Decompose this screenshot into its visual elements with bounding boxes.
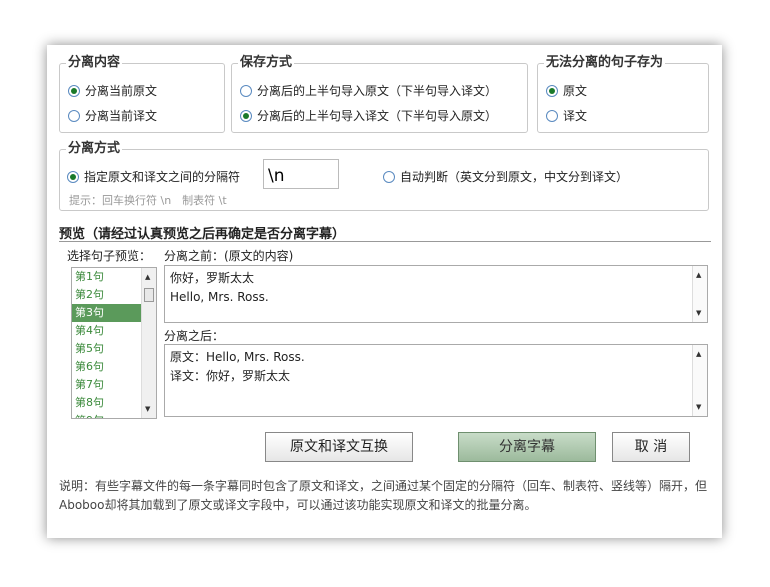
sentence-list[interactable]: 第1句第2句第3句第4句第5句第6句第7句第8句第9句 ▲ ▼ [71,267,157,419]
radio-unchecked-icon [240,85,252,97]
sentence-list-item[interactable]: 第6句 [72,358,141,376]
scroll-thumb[interactable] [144,288,154,302]
radio-checked-icon [67,171,79,183]
separator-mode-label: 指定原文和译文之间的分隔符 [84,170,241,184]
after-split-text[interactable]: 原文：Hello, Mrs. Ross. 译文：你好，罗斯太太 ▲ ▼ [164,344,708,417]
save-upper-to-source-label: 分离后的上半句导入原文（下半句导入译文） [257,84,498,98]
scroll-up-icon[interactable]: ▲ [696,271,701,279]
sentence-list-item[interactable]: 第3句 [72,304,141,322]
split-subtitle-button[interactable]: 分离字幕 [458,432,596,462]
description-note: 说明：有些字幕文件的每一条字幕同时包含了原文和译文，之间通过某个固定的分隔符（回… [59,479,708,512]
split-content-title: 分离内容 [66,55,123,71]
preview-title: 预览（请经过认真预览之后再确定是否分离字幕） [59,227,346,242]
scroll-up-icon[interactable]: ▲ [145,273,150,281]
preview-divider [59,241,711,242]
sentence-list-item[interactable]: 第1句 [72,268,141,286]
before-line-1: 你好，罗斯太太 [170,271,255,285]
separator-input[interactable] [263,159,339,189]
unsplittable-title: 无法分离的句子存为 [544,55,666,71]
split-current-target-radio[interactable]: 分离当前译文 [68,109,157,123]
sentence-list-item[interactable]: 第9句 [72,412,141,418]
separator-hint: 提示：回车换行符 \n 制表符 \t [69,194,227,207]
unsplittable-source-label: 原文 [563,84,588,98]
before-text-scrollbar[interactable]: ▲ ▼ [692,266,707,322]
select-sentence-label: 选择句子预览： [67,249,152,263]
save-mode-title: 保存方式 [238,55,295,71]
split-current-source-radio[interactable]: 分离当前原文 [68,84,157,98]
auto-detect-radio[interactable]: 自动判断（英文分到原文，中文分到译文） [383,170,628,184]
split-subtitle-dialog: 分离内容 分离当前原文 分离当前译文 保存方式 分离后的上半句导入原文（下半句导… [47,45,722,538]
scroll-up-icon[interactable]: ▲ [696,350,701,358]
separator-mode-radio[interactable]: 指定原文和译文之间的分隔符 [67,170,240,184]
radio-unchecked-icon [68,110,80,122]
scroll-down-icon[interactable]: ▼ [145,405,150,413]
split-current-source-label: 分离当前原文 [85,84,158,98]
sentence-list-item[interactable]: 第4句 [72,322,141,340]
split-mode-title: 分离方式 [66,141,123,157]
radio-unchecked-icon [383,171,395,183]
after-split-label: 分离之后： [164,329,225,343]
unsplittable-target-label: 译文 [563,109,588,123]
scroll-down-icon[interactable]: ▼ [696,309,701,317]
after-text-scrollbar[interactable]: ▲ ▼ [692,345,707,416]
save-upper-to-target-radio[interactable]: 分离后的上半句导入译文（下半句导入原文） [240,109,497,123]
swap-source-target-button[interactable]: 原文和译文互换 [265,432,413,462]
sentence-list-item[interactable]: 第5句 [72,340,141,358]
radio-checked-icon [546,85,558,97]
unsplittable-group: 无法分离的句子存为 原文 译文 [537,55,709,133]
radio-checked-icon [240,110,252,122]
scroll-down-icon[interactable]: ▼ [696,403,701,411]
after-line-2: 译文：你好，罗斯太太 [170,369,291,383]
before-split-text[interactable]: 你好，罗斯太太 Hello, Mrs. Ross. ▲ ▼ [164,265,708,323]
sentence-list-item[interactable]: 第8句 [72,394,141,412]
save-upper-to-target-label: 分离后的上半句导入译文（下半句导入原文） [257,109,498,123]
cancel-button[interactable]: 取 消 [612,432,690,462]
split-current-target-label: 分离当前译文 [85,109,158,123]
sentence-list-scrollbar[interactable]: ▲ ▼ [141,268,156,418]
sentence-list-item[interactable]: 第2句 [72,286,141,304]
sentence-list-item[interactable]: 第7句 [72,376,141,394]
radio-checked-icon [68,85,80,97]
after-line-1: 原文：Hello, Mrs. Ross. [170,350,305,364]
before-line-2: Hello, Mrs. Ross. [170,290,269,304]
split-content-group: 分离内容 分离当前原文 分离当前译文 [59,55,225,133]
save-mode-group: 保存方式 分离后的上半句导入原文（下半句导入译文） 分离后的上半句导入译文（下半… [231,55,528,133]
radio-unchecked-icon [546,110,558,122]
unsplittable-source-radio[interactable]: 原文 [546,84,587,98]
before-split-label: 分离之前：(原文的内容) [164,249,294,263]
save-upper-to-source-radio[interactable]: 分离后的上半句导入原文（下半句导入译文） [240,84,497,98]
unsplittable-target-radio[interactable]: 译文 [546,109,587,123]
auto-detect-label: 自动判断（英文分到原文，中文分到译文） [400,170,629,184]
